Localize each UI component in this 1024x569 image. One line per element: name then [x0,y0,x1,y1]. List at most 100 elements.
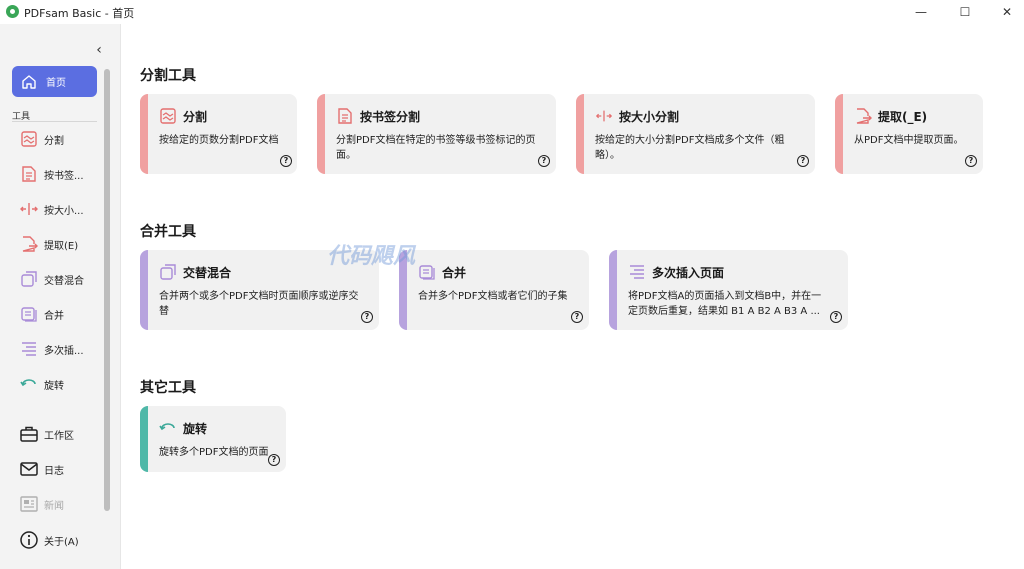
card-accent-bar [317,94,325,174]
minimize-button[interactable]: — [898,0,944,24]
insert-icon [628,263,646,281]
tool-card-bookmark-split[interactable]: 按书签分割 分割PDF文档在特定的书签等级书签标记的页面。 ? [317,94,556,174]
card-description: 合并多个PDF文档或者它们的子集 [418,291,568,302]
card-description: 按给定的页数分割PDF文档 [159,135,279,146]
section-title-split: 分割工具 [140,68,196,84]
card-description: 旋转多个PDF文档的页面 [159,447,269,458]
card-accent-bar [140,94,148,174]
tool-card-extract[interactable]: 提取(_E) 从PDF文档中提取页面。 ? [835,94,983,174]
sidebar-item-extract[interactable]: 提取(E) [12,230,102,258]
home-icon [20,73,38,91]
collapse-sidebar-button[interactable]: ‹ [92,42,106,58]
sidebar-item-bookmark-split[interactable]: 按书签... [12,160,102,188]
rotate-icon [159,419,177,437]
sidebar-item-insert[interactable]: 多次插... [12,335,102,363]
card-title: 旋转 [183,421,208,436]
help-icon[interactable]: ? [268,454,280,466]
card-accent-bar [609,250,617,330]
bookmark-split-icon [336,107,354,125]
help-icon[interactable]: ? [538,155,550,167]
card-title: 交替混合 [183,265,232,280]
sidebar-item-label: 旋转 [44,380,64,392]
split-icon [159,107,177,125]
card-header: 多次插入页面 [628,263,724,281]
sidebar-item-label: 分割 [44,135,64,147]
sidebar: ‹ 首页 工具 分割 按书签... 按大小... 提取(E) 交替混合 合并 多… [0,24,121,569]
card-accent-bar [576,94,584,174]
sidebar-item-log[interactable]: 日志 [12,455,102,483]
card-header: 合并 [418,263,466,281]
sidebar-item-workspace[interactable]: 工作区 [12,420,102,448]
card-header: 旋转 [159,419,207,437]
card-description: 按给定的大小分割PDF文档成多个文件（粗略）。 [595,135,785,161]
help-icon[interactable]: ? [797,155,809,167]
card-title: 多次插入页面 [652,265,725,280]
sidebar-item-news[interactable]: 新闻 [12,490,102,518]
sidebar-item-label: 工作区 [44,430,74,442]
sidebar-item-merge[interactable]: 合并 [12,300,102,328]
alternate-mix-icon [18,268,40,290]
sidebar-item-about[interactable]: 关于(A) [12,526,102,554]
sidebar-item-label: 多次插... [44,345,84,357]
help-icon[interactable]: ? [361,311,373,323]
card-description: 合并两个或多个PDF文档时页面顺序或逆序交替 [159,291,359,317]
window-title: PDFsam Basic - 首页 [24,7,135,20]
sidebar-scrollbar[interactable] [104,69,110,511]
sidebar-item-label: 合并 [44,310,64,322]
card-accent-bar [140,406,148,472]
card-description: 将PDF文档A的页面插入到文档B中，并在一定页数后重复，结果如 B1 A B2 … [628,291,822,317]
tool-card-insert[interactable]: 多次插入页面 将PDF文档A的页面插入到文档B中，并在一定页数后重复，结果如 B… [609,250,848,330]
news-icon [18,493,40,515]
info-icon [18,529,40,551]
sidebar-item-label: 首页 [46,78,66,89]
help-icon[interactable]: ? [571,311,583,323]
sidebar-item-label: 提取(E) [44,240,79,252]
sidebar-item-home[interactable]: 首页 [12,66,97,97]
section-title-other: 其它工具 [140,380,196,396]
merge-icon [18,303,40,325]
card-header: 按大小分割 [595,107,679,125]
sidebar-item-label: 交替混合 [44,275,84,287]
bookmark-split-icon [18,163,40,185]
extract-icon [18,233,40,255]
home-page: 分割工具 分割 按给定的页数分割PDF文档 ? 按书签分割 分割PDF文档在特定… [121,24,1024,569]
alternate-mix-icon [159,263,177,281]
sidebar-item-split[interactable]: 分割 [12,125,102,153]
tool-card-size-split[interactable]: 按大小分割 按给定的大小分割PDF文档成多个文件（粗略）。 ? [576,94,815,174]
card-header: 交替混合 [159,263,231,281]
maximize-button[interactable]: ☐ [942,0,988,24]
insert-icon [18,338,40,360]
divider [12,121,97,122]
help-icon[interactable]: ? [965,155,977,167]
card-title: 按书签分割 [360,109,421,124]
tool-card-rotate[interactable]: 旋转 旋转多个PDF文档的页面 ? [140,406,286,472]
card-accent-bar [140,250,148,330]
size-split-icon [595,107,613,125]
watermark: 代码飓风 [327,244,416,269]
sidebar-item-label: 关于(A) [44,536,79,548]
card-title: 按大小分割 [619,109,680,124]
sidebar-item-alternate-mix[interactable]: 交替混合 [12,265,102,293]
card-description: 分割PDF文档在特定的书签等级书签标记的页面。 [336,135,536,161]
close-button[interactable]: ✕ [984,0,1024,24]
card-header: 按书签分割 [336,107,420,125]
card-title: 分割 [183,109,208,124]
tool-card-split[interactable]: 分割 按给定的页数分割PDF文档 ? [140,94,297,174]
help-icon[interactable]: ? [830,311,842,323]
briefcase-icon [18,423,40,445]
sidebar-item-rotate[interactable]: 旋转 [12,370,102,398]
sidebar-item-label: 按大小... [44,205,84,217]
section-title-merge: 合并工具 [140,224,196,240]
tool-card-merge[interactable]: 合并 合并多个PDF文档或者它们的子集 ? [399,250,589,330]
sidebar-item-label: 日志 [44,465,64,477]
size-split-icon [18,198,40,220]
rotate-icon [18,373,40,395]
sidebar-item-size-split[interactable]: 按大小... [12,195,102,223]
pdfsam-logo-icon [6,5,19,18]
card-accent-bar [835,94,843,174]
title-bar: PDFsam Basic - 首页 — ☐ ✕ [0,0,1024,24]
sidebar-item-label: 新闻 [44,500,64,512]
help-icon[interactable]: ? [280,155,292,167]
card-title: 提取(_E) [878,109,928,124]
log-icon [18,458,40,480]
